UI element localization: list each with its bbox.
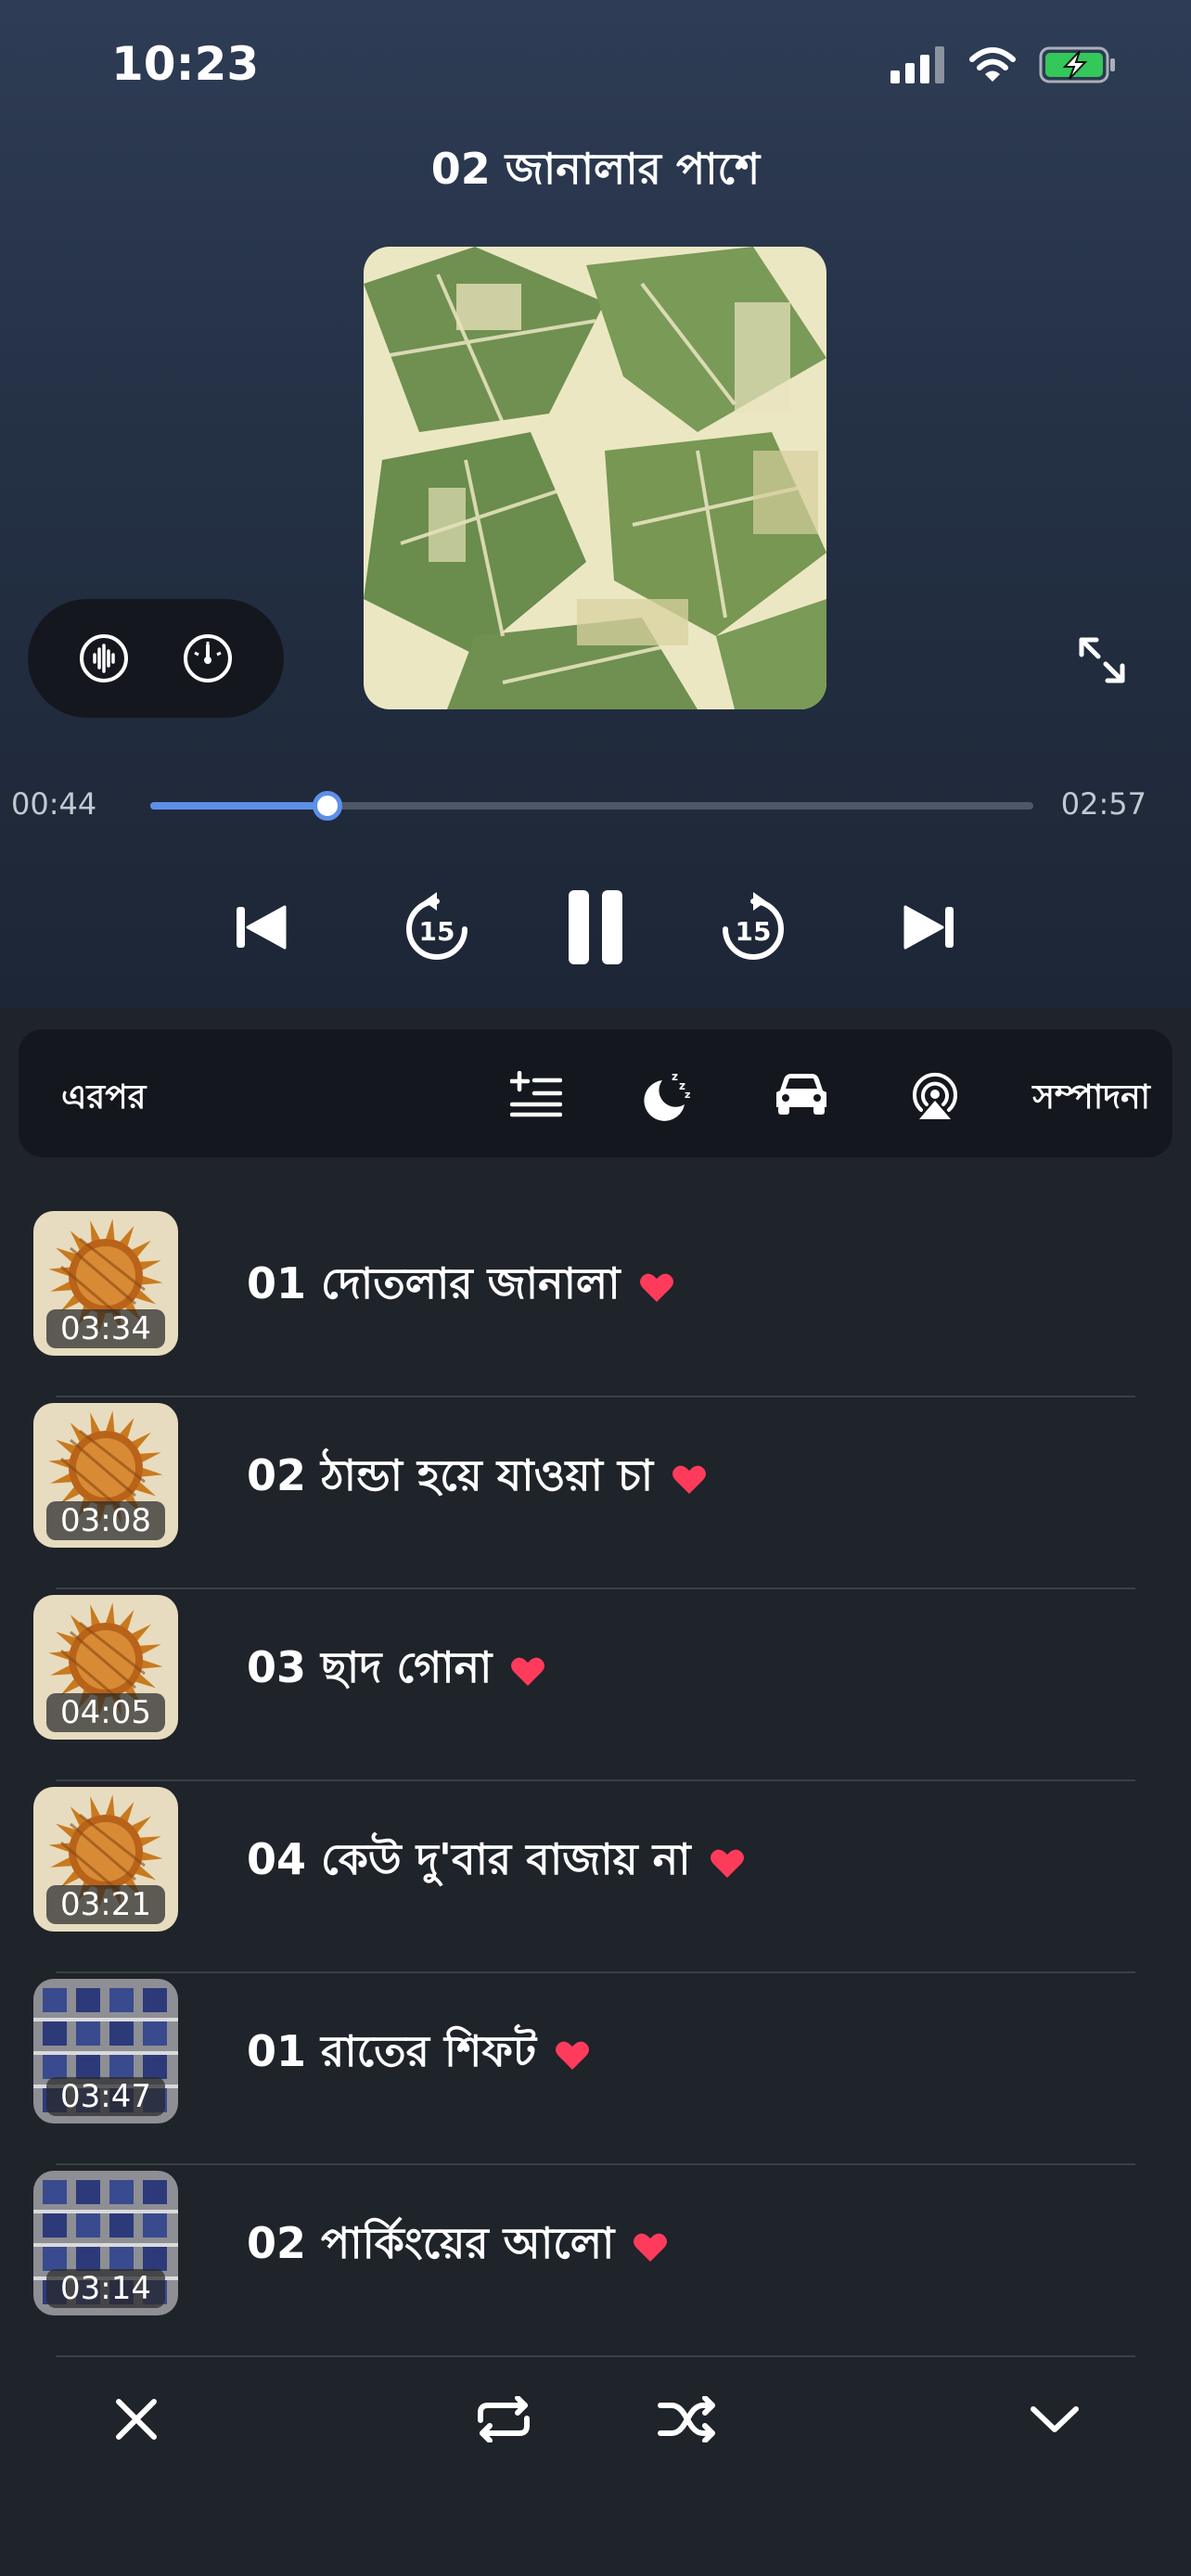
audio-options-pill — [28, 599, 284, 718]
rewind-15-icon: 15 — [406, 892, 467, 960]
collapse-button[interactable] — [1022, 2387, 1087, 2452]
close-button[interactable] — [104, 2387, 169, 2452]
sleep-timer-icon: z z z — [644, 1070, 690, 1121]
track-title-wrap: 03 ছাদ গোনা — [247, 1636, 545, 1706]
queue-list: 03:34 01 দোতলার জানালা 03:08 02 ঠান্ডা হয়ে… — [0, 1205, 1191, 2357]
track-title-wrap: 01 রাতের শিফট — [247, 2020, 590, 2090]
shuffle-icon — [658, 2396, 715, 2442]
favorite-heart-icon[interactable] — [510, 1655, 545, 1687]
track-duration: 03:14 — [46, 2269, 165, 2308]
waveform-icon — [80, 634, 128, 682]
shuffle-button[interactable] — [655, 2387, 720, 2452]
add-to-queue-button[interactable] — [506, 1065, 566, 1124]
next-track-icon — [903, 905, 954, 950]
queue-row[interactable]: 03:08 02 ঠান্ডা হয়ে যাওয়া চা — [0, 1397, 1191, 1589]
queue-row[interactable]: 04:05 03 ছাদ গোনা — [0, 1589, 1191, 1781]
status-icons — [890, 46, 1117, 83]
track-title: 03 ছাদ গোনা — [247, 1642, 493, 1692]
track-title-wrap: 02 ঠান্ডা হয়ে যাওয়া চা — [247, 1444, 707, 1514]
skip-forward-button[interactable]: 15 — [711, 881, 795, 974]
track-thumbnail: 04:05 — [33, 1595, 178, 1740]
elapsed-time: 00:44 — [11, 786, 97, 822]
airplay-button[interactable] — [905, 1065, 965, 1124]
track-duration: 03:47 — [46, 2077, 165, 2116]
favorite-heart-icon[interactable] — [639, 1271, 674, 1303]
track-thumbnail: 03:34 — [33, 1211, 178, 1356]
status-time: 10:23 — [111, 37, 260, 91]
queue-row[interactable]: 03:47 01 রাতের শিফট — [0, 1973, 1191, 2165]
expand-arrows-icon — [1079, 637, 1125, 683]
skip-back-label: 15 — [419, 916, 455, 947]
expand-button[interactable] — [1074, 632, 1130, 688]
repeat-button[interactable] — [471, 2387, 536, 2452]
track-title-wrap: 01 দোতলার জানালা — [247, 1252, 674, 1322]
favorite-heart-icon[interactable] — [710, 1847, 745, 1879]
favorite-heart-icon[interactable] — [633, 2231, 668, 2263]
playback-speed-button[interactable] — [178, 629, 237, 688]
up-next-label: এরপর — [61, 1078, 147, 1116]
track-duration: 04:05 — [46, 1693, 165, 1732]
pause-icon — [569, 890, 622, 964]
track-title-wrap: 02 পার্কিংয়ের আলো — [247, 2212, 668, 2282]
add-to-queue-icon — [510, 1071, 562, 1117]
track-thumbnail: 03:47 — [33, 1979, 178, 2123]
album-art — [364, 247, 826, 709]
track-title: 04 কেউ দু'বার বাজায় না — [247, 1834, 691, 1884]
progress-fill — [150, 802, 328, 810]
favorite-heart-icon[interactable] — [672, 1463, 707, 1495]
battery-charging-icon — [1039, 46, 1115, 83]
queue-row[interactable]: 03:34 01 দোতলার জানালা — [0, 1205, 1191, 1397]
favorite-heart-icon[interactable] — [555, 2039, 590, 2071]
svg-text:z: z — [685, 1089, 690, 1101]
track-title: 01 রাতের শিফট — [247, 2026, 537, 2076]
track-title: 02 ঠান্ডা হয়ে যাওয়া চা — [247, 1450, 654, 1500]
car-icon — [776, 1074, 826, 1115]
queue-row[interactable]: 03:21 04 কেউ দু'বার বাজায় না — [0, 1781, 1191, 1973]
edit-button[interactable]: সম্পাদনা — [1032, 1072, 1150, 1128]
skip-forward-label: 15 — [736, 916, 772, 947]
previous-track-icon — [237, 905, 287, 950]
speedometer-icon — [184, 634, 232, 682]
progress-thumb[interactable] — [313, 791, 343, 821]
car-mode-button[interactable] — [772, 1065, 831, 1124]
next-track-button[interactable] — [888, 881, 971, 974]
wifi-icon — [969, 47, 1016, 82]
track-thumbnail: 03:14 — [33, 2171, 178, 2315]
row-divider — [56, 2355, 1135, 2357]
skip-back-button[interactable]: 15 — [395, 881, 479, 974]
sleep-timer-button[interactable]: z z z — [636, 1065, 696, 1124]
now-playing-panel: 10:23 02 জানালার পাশে 00:44 02:57 15 15 — [0, 0, 1191, 1007]
track-thumbnail: 03:21 — [33, 1787, 178, 1932]
total-duration: 02:57 — [1060, 786, 1146, 822]
up-next-toolbar: এরপর z z z সম্পাদনা — [19, 1029, 1172, 1157]
track-duration: 03:21 — [46, 1885, 165, 1924]
close-icon — [116, 2399, 157, 2440]
audio-waveform-button[interactable] — [74, 629, 134, 688]
track-title: 01 দোতলার জানালা — [247, 1258, 621, 1308]
previous-track-button[interactable] — [219, 881, 302, 974]
track-duration: 03:34 — [46, 1309, 165, 1348]
progress-slider[interactable] — [150, 791, 1033, 821]
track-duration: 03:08 — [46, 1501, 165, 1540]
chevron-down-icon — [1031, 2406, 1079, 2432]
track-title: 02 পার্কিংয়ের আলো — [247, 2218, 615, 2268]
forward-15-icon: 15 — [723, 892, 784, 960]
track-thumbnail: 03:08 — [33, 1403, 178, 1548]
song-title: 02 জানালার পাশে — [430, 144, 761, 194]
svg-text:z: z — [672, 1070, 678, 1083]
track-title-wrap: 04 কেউ দু'বার বাজায় না — [247, 1828, 745, 1898]
airplay-icon — [913, 1072, 957, 1119]
repeat-icon — [478, 2396, 530, 2442]
queue-row[interactable]: 03:14 02 পার্কিংয়ের আলো — [0, 2165, 1191, 2357]
cellular-signal-icon — [890, 46, 944, 83]
pause-button[interactable] — [554, 881, 637, 974]
